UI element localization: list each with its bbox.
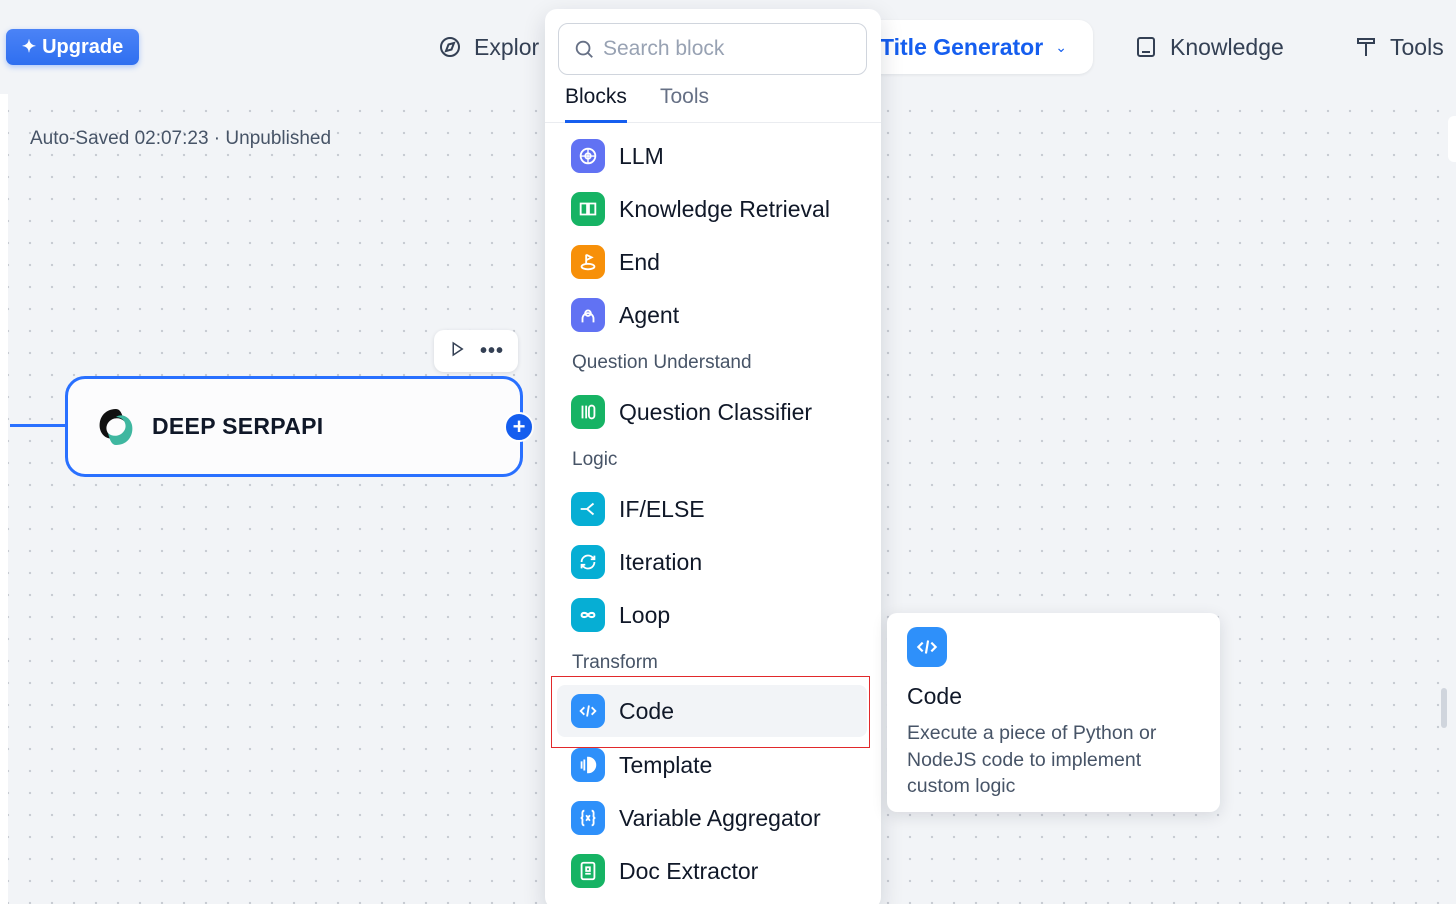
block-item-code[interactable]: Code [557, 685, 867, 737]
autosave-status: Auto-Saved 02:07:23 · Unpublished [30, 128, 332, 149]
tooltip-description: Execute a piece of Python or NodeJS code… [907, 722, 1157, 797]
block-item-knowledge-retrieval[interactable]: Knowledge Retrieval [557, 183, 867, 235]
if-else-icon [571, 492, 605, 526]
nav-knowledge[interactable]: Knowledge [1134, 24, 1284, 70]
search-box[interactable] [558, 23, 867, 75]
add-node-button[interactable]: + [504, 412, 534, 442]
upgrade-label: Upgrade [42, 35, 124, 58]
more-icon[interactable]: ••• [480, 340, 504, 363]
sparkle-icon: ✦ [21, 37, 37, 56]
search-icon [575, 40, 593, 58]
panel-toggle[interactable] [1448, 116, 1456, 162]
block-item-doc-extractor[interactable]: Doc Extractor [557, 845, 867, 897]
block-item-agent[interactable]: Agent [557, 289, 867, 341]
template-icon [571, 748, 605, 782]
sidebar-edge [0, 94, 8, 904]
block-item-label: Iteration [619, 548, 703, 575]
compass-icon [440, 37, 460, 57]
tab-tools[interactable]: Tools [660, 85, 709, 123]
block-item-iteration[interactable]: Iteration [557, 536, 867, 588]
block-item-label: Loop [619, 601, 671, 628]
doc-extractor-icon [571, 854, 605, 888]
block-item-loop[interactable]: Loop [557, 589, 867, 641]
block-item-end[interactable]: End [557, 236, 867, 288]
block-item-label: IF/ELSE [619, 495, 705, 522]
section-logic: Logic [572, 449, 618, 470]
block-item-label: Knowledge Retrieval [619, 195, 830, 222]
app-name: Title Generator [880, 33, 1044, 60]
block-item-label: Question Classifier [619, 398, 813, 425]
node-title: DEEP SERPAPI [152, 413, 324, 439]
chevron-down-icon: ⌄ [1055, 38, 1067, 55]
block-selector-panel: Blocks Tools LLM Knowledge Retrieval End [545, 9, 881, 904]
code-icon [571, 694, 605, 728]
tab-blocks[interactable]: Blocks [565, 85, 627, 123]
loop-icon [571, 598, 605, 632]
node-toolbar: ••• [434, 330, 518, 372]
workflow-node[interactable]: DEEP SERPAPI [65, 376, 523, 477]
block-tooltip: Code Execute a piece of Python or NodeJS… [887, 613, 1220, 812]
block-item-template[interactable]: Template [557, 739, 867, 791]
block-item-label: Variable Aggregator [619, 804, 821, 831]
code-icon [907, 627, 947, 667]
section-transform: Transform [572, 652, 658, 673]
variable-aggregator-icon [571, 801, 605, 835]
nav-explore-label: Explor [474, 33, 540, 60]
nav-knowledge-label: Knowledge [1170, 33, 1284, 60]
hammer-icon [1357, 38, 1375, 56]
block-item-llm[interactable]: LLM [557, 130, 867, 182]
iteration-icon [571, 545, 605, 579]
question-classifier-icon [571, 395, 605, 429]
panel-tabs: Blocks Tools [545, 81, 881, 123]
agent-icon [571, 298, 605, 332]
block-item-if-else[interactable]: IF/ELSE [557, 483, 867, 535]
block-item-label: Code [619, 697, 674, 724]
nav-tools[interactable]: Tools [1354, 24, 1444, 70]
app-switcher[interactable]: Title Generator ⌄ [862, 20, 1093, 74]
block-item-question-classifier[interactable]: Question Classifier [557, 386, 867, 438]
nav-tools-label: Tools [1390, 33, 1444, 60]
block-item-label: Doc Extractor [619, 857, 759, 884]
knowledge-retrieval-icon [571, 192, 605, 226]
llm-icon [571, 139, 605, 173]
scrollbar[interactable] [1441, 688, 1447, 728]
nav-explore[interactable]: Explor [438, 24, 539, 70]
block-item-label: Template [619, 751, 713, 778]
connection-edge [10, 424, 67, 427]
block-item-label: End [619, 248, 660, 275]
run-icon[interactable] [448, 340, 466, 363]
upgrade-button[interactable]: ✦ Upgrade [6, 29, 139, 65]
section-question-understand: Question Understand [572, 352, 752, 373]
search-input[interactable] [603, 37, 843, 61]
block-item-label: LLM [619, 142, 664, 169]
serpapi-logo-icon [99, 408, 133, 445]
block-item-label: Agent [619, 301, 680, 328]
block-item-variable-aggregator[interactable]: Variable Aggregator [557, 792, 867, 844]
tooltip-title: Code [907, 683, 962, 709]
book-icon [1137, 37, 1155, 57]
end-icon [571, 245, 605, 279]
